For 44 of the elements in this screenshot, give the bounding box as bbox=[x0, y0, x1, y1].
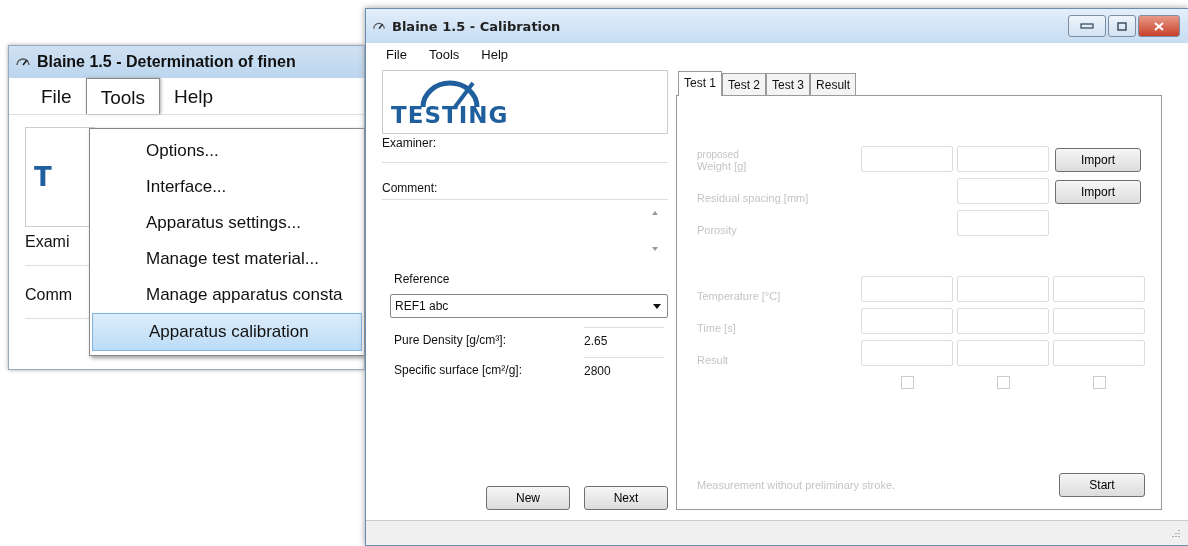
field-label: Examiner: bbox=[382, 136, 438, 150]
window-title: Blaine 1.5 - Determination of finen bbox=[37, 53, 296, 71]
minimize-button[interactable] bbox=[1068, 15, 1106, 37]
tab[interactable]: Test 3 bbox=[766, 73, 811, 95]
logo-text: T bbox=[34, 162, 52, 192]
caret-icon bbox=[653, 303, 661, 309]
menu-item[interactable]: Tools bbox=[85, 78, 160, 114]
menu-item[interactable]: File bbox=[386, 47, 407, 62]
field-label: Weight [g] bbox=[697, 160, 748, 172]
field-label: Result bbox=[697, 354, 730, 366]
menu-item[interactable]: File bbox=[27, 78, 86, 114]
reference-dropdown[interactable]: REF1 abc bbox=[390, 294, 668, 318]
minimize-icon bbox=[1080, 23, 1094, 29]
status-note: Measurement without preliminary stroke. bbox=[697, 479, 896, 491]
property-label: Pure Density [g/cm³]: bbox=[394, 332, 508, 348]
menu-item[interactable]: Tools bbox=[428, 47, 460, 62]
scroll-arrows-icon bbox=[652, 211, 658, 251]
tab[interactable]: Test 2 bbox=[722, 73, 767, 95]
menu-option[interactable]: Interface... bbox=[90, 169, 364, 205]
field-label: Time [s] bbox=[697, 322, 737, 334]
resize-grip-icon bbox=[1172, 529, 1180, 537]
menu-option[interactable]: Options... bbox=[90, 133, 364, 169]
maximize-icon bbox=[1117, 21, 1127, 31]
field-label: proposed bbox=[697, 149, 740, 160]
field-label: Porosity bbox=[697, 224, 738, 236]
logo-text: TESTING bbox=[391, 104, 509, 127]
maximize-button[interactable] bbox=[1108, 15, 1136, 37]
dialog-button[interactable]: Next bbox=[584, 486, 668, 510]
field-label: Temperature [°C] bbox=[697, 290, 782, 302]
tab[interactable]: Result bbox=[810, 73, 857, 95]
field-label: Residual spacing [mm] bbox=[697, 192, 810, 204]
menu-item[interactable]: Help bbox=[481, 47, 509, 62]
property-label: Specific surface [cm²/g]: bbox=[394, 362, 524, 378]
property-value: 2800 bbox=[584, 357, 664, 378]
tab[interactable]: Test 1 bbox=[678, 71, 722, 96]
close-icon bbox=[1154, 21, 1164, 31]
field-label: Reference bbox=[394, 272, 451, 286]
menu-item[interactable]: Help bbox=[160, 78, 228, 114]
dialog-button[interactable]: New bbox=[486, 486, 570, 510]
property-value: 2.65 bbox=[584, 327, 664, 348]
field-label: Comment: bbox=[382, 181, 439, 195]
menu-option[interactable]: Apparatus calibration bbox=[92, 313, 362, 351]
close-button[interactable] bbox=[1138, 15, 1180, 37]
window-title: Blaine 1.5 - Calibration bbox=[392, 18, 561, 34]
